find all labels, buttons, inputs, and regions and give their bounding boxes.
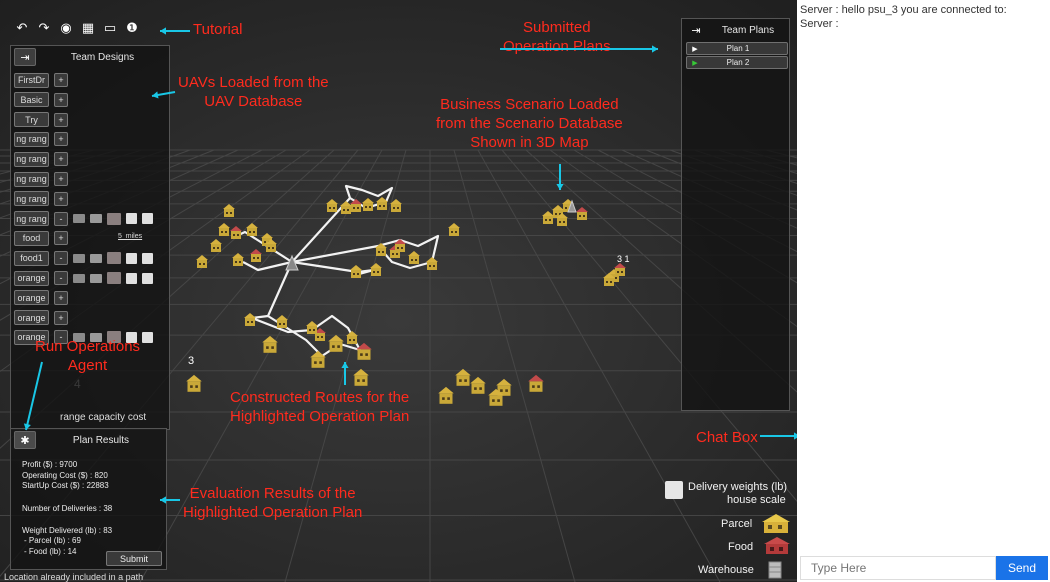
annotation-arrowhead <box>160 496 166 504</box>
annotation-arrow <box>25 361 43 431</box>
annotation-arrowhead <box>23 423 31 430</box>
annotation-arrowhead <box>341 362 349 368</box>
annotation-arrowhead <box>160 27 166 35</box>
annotation-arrowhead <box>652 45 658 53</box>
chat-box: Server : hello psu_3 you are connected t… <box>797 0 1050 582</box>
annotation-arrowhead <box>556 184 564 190</box>
chat-message: Server : <box>800 18 839 30</box>
chat-message: Server : hello psu_3 you are connected t… <box>800 4 1007 16</box>
chat-input[interactable] <box>800 556 996 580</box>
send-button[interactable]: Send <box>996 556 1048 580</box>
